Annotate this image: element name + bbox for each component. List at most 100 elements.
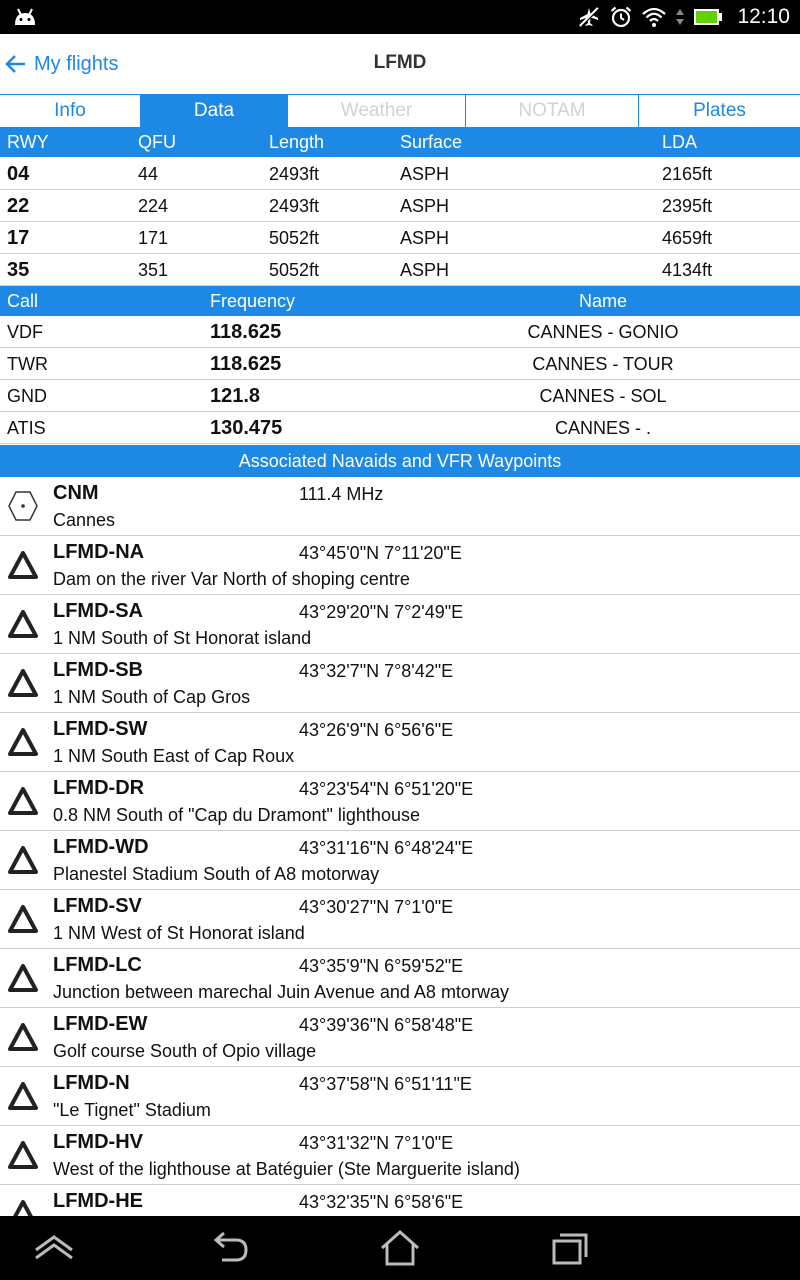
runway-length: 2493ft	[269, 196, 320, 216]
arrow-left-icon	[5, 55, 25, 73]
waypoint-coord: 43°37'58"N 6°51'11"E	[299, 1074, 472, 1094]
runway-surface: ASPH	[400, 196, 450, 216]
frequency-row: GND 121.8 CANNES - SOL	[0, 380, 800, 412]
back-button[interactable]: My flights	[4, 48, 118, 80]
waypoint-id: LFMD-N	[53, 1072, 130, 1094]
waypoint-desc: "Le Tignet" Stadium	[53, 1100, 211, 1120]
vor-icon	[8, 491, 38, 521]
runway-surface: ASPH	[400, 228, 450, 248]
waypoint-coord: 43°23'54"N 6°51'20"E	[299, 779, 474, 799]
list-item[interactable]: LFMD-DR 43°23'54"N 6°51'20"E 0.8 NM Sout…	[0, 772, 800, 831]
runway-surface: ASPH	[400, 260, 450, 280]
waypoint-triangle-icon	[8, 728, 38, 756]
list-item[interactable]: LFMD-SV 43°30'27"N 7°1'0"E 1 NM West of …	[0, 890, 800, 949]
runway-id: 22	[7, 195, 30, 217]
waypoint-triangle-icon	[8, 669, 38, 697]
waypoint-id: LFMD-WD	[53, 836, 149, 858]
list-item[interactable]: LFMD-SW 43°26'9"N 6°56'6"E 1 NM South Ea…	[0, 713, 800, 772]
runway-table-header: RWY QFU Length Surface LDA	[0, 127, 800, 157]
runway-length: 5052ft	[269, 228, 320, 248]
waypoint-desc: 1 NM South East of Cap Roux	[53, 746, 295, 766]
tab-bar: Info Data Weather NOTAM Plates	[0, 94, 800, 128]
freq-value: 130.475	[210, 417, 283, 439]
freq-value: 118.625	[210, 321, 282, 343]
waypoint-desc: West of the lighthouse at Batéguier (Ste…	[53, 1159, 520, 1179]
waypoint-triangle-icon	[8, 1082, 38, 1110]
waypoint-desc: Planestel Stadium South of A8 motorway	[53, 864, 380, 884]
runway-id: 17	[7, 227, 30, 249]
alarm-icon	[611, 6, 632, 28]
list-item[interactable]: LFMD-LC 43°35'9"N 6°59'52"E Junction bet…	[0, 949, 800, 1008]
runway-qfu: 171	[138, 228, 169, 248]
waypoint-id: LFMD-EW	[53, 1013, 148, 1035]
freq-value: 121.8	[210, 385, 261, 407]
list-item[interactable]: LFMD-WD 43°31'16"N 6°48'24"E Planestel S…	[0, 831, 800, 890]
list-item[interactable]: LFMD-SA 43°29'20"N 7°2'49"E 1 NM South o…	[0, 595, 800, 654]
runway-row: 04 44 2493ft ASPH 2165ft	[0, 158, 800, 190]
waypoint-id: LFMD-SW	[53, 718, 148, 740]
frequency-row: ATIS 130.475 CANNES - .	[0, 412, 800, 444]
runway-length: 2493ft	[269, 164, 320, 184]
waypoints-section-header: Associated Navaids and VFR Waypoints	[0, 445, 800, 477]
waypoint-desc: Golf course South of Opio village	[53, 1041, 317, 1061]
list-item[interactable]: LFMD-HE 43°32'35"N 6°58'6"E	[0, 1185, 800, 1216]
runway-row: 22 224 2493ft ASPH 2395ft	[0, 190, 800, 222]
runway-id: 04	[7, 163, 30, 185]
list-item[interactable]: LFMD-NA 43°45'0"N 7°11'20"E Dam on the r…	[0, 536, 800, 595]
tab-info[interactable]: Info	[0, 95, 141, 127]
tab-plates[interactable]: Plates	[639, 95, 800, 127]
col-length: Length	[269, 132, 325, 152]
runway-id: 35	[7, 259, 30, 281]
list-item[interactable]: CNM 111.4 MHz Cannes	[0, 477, 800, 536]
hide-keyboard-icon[interactable]	[32, 1228, 76, 1268]
freq-name: CANNES - .	[554, 418, 652, 438]
waypoint-coord: 43°30'27"N 7°1'0"E	[299, 897, 454, 917]
waypoint-id: LFMD-DR	[53, 777, 145, 799]
back-label: My flights	[34, 52, 119, 75]
wifi-icon	[642, 7, 667, 27]
col-surface: Surface	[400, 132, 463, 152]
page-title: LFMD	[373, 52, 427, 73]
waypoint-id: CNM	[53, 482, 99, 504]
back-nav-icon[interactable]	[208, 1228, 252, 1268]
waypoint-list[interactable]: CNM 111.4 MHz Cannes LFMD-NA 43°45'0"N 7…	[0, 477, 800, 1216]
android-icon	[15, 8, 35, 25]
airplane-mode-off-icon	[579, 7, 600, 27]
runway-row: 17 171 5052ft ASPH 4659ft	[0, 222, 800, 254]
waypoint-coord: 43°32'35"N 6°58'6"E	[299, 1192, 464, 1212]
runway-length: 5052ft	[269, 260, 320, 280]
list-item[interactable]: LFMD-SB 43°32'7"N 7°8'42"E 1 NM South of…	[0, 654, 800, 713]
waypoint-coord: 43°29'20"N 7°2'49"E	[299, 602, 464, 622]
freq-call: GND	[7, 386, 47, 406]
status-bar: 12:10	[0, 0, 800, 34]
waypoint-triangle-icon	[8, 1141, 38, 1169]
frequency-row: VDF 118.625 CANNES - GONIO	[0, 316, 800, 348]
runway-lda: 4659ft	[662, 228, 713, 248]
waypoint-triangle-icon	[8, 551, 38, 579]
tab-data[interactable]: Data	[141, 95, 288, 127]
list-item[interactable]: LFMD-HV 43°31'32"N 7°1'0"E West of the l…	[0, 1126, 800, 1185]
waypoint-desc: Junction between marechal Juin Avenue an…	[53, 982, 509, 1002]
waypoint-id: LFMD-LC	[53, 954, 142, 976]
runway-lda: 2165ft	[662, 164, 713, 184]
waypoint-desc: 0.8 NM South of "Cap du Dramont" lightho…	[53, 805, 420, 825]
freq-value: 118.625	[210, 353, 282, 375]
waypoint-coord: 43°35'9"N 6°59'52"E	[299, 956, 464, 976]
home-nav-icon[interactable]	[378, 1228, 422, 1268]
waypoint-id: LFMD-SV	[53, 895, 142, 917]
freq-call: ATIS	[7, 418, 46, 438]
recent-apps-icon[interactable]	[548, 1228, 592, 1268]
clock: 12:10	[737, 5, 790, 28]
col-qfu: QFU	[138, 132, 176, 152]
waypoint-triangle-icon	[8, 610, 38, 638]
system-nav-bar	[0, 1216, 800, 1280]
col-call: Call	[7, 291, 39, 311]
waypoint-id: LFMD-NA	[53, 541, 145, 563]
waypoint-desc: 1 NM West of St Honorat island	[53, 923, 305, 943]
list-item[interactable]: LFMD-N 43°37'58"N 6°51'11"E "Le Tignet" …	[0, 1067, 800, 1126]
waypoint-id: LFMD-HV	[53, 1131, 143, 1153]
waypoint-id: LFMD-SB	[53, 659, 143, 681]
list-item[interactable]: LFMD-EW 43°39'36"N 6°58'48"E Golf course…	[0, 1008, 800, 1067]
runway-qfu: 224	[138, 196, 169, 216]
col-rwy: RWY	[7, 132, 49, 152]
